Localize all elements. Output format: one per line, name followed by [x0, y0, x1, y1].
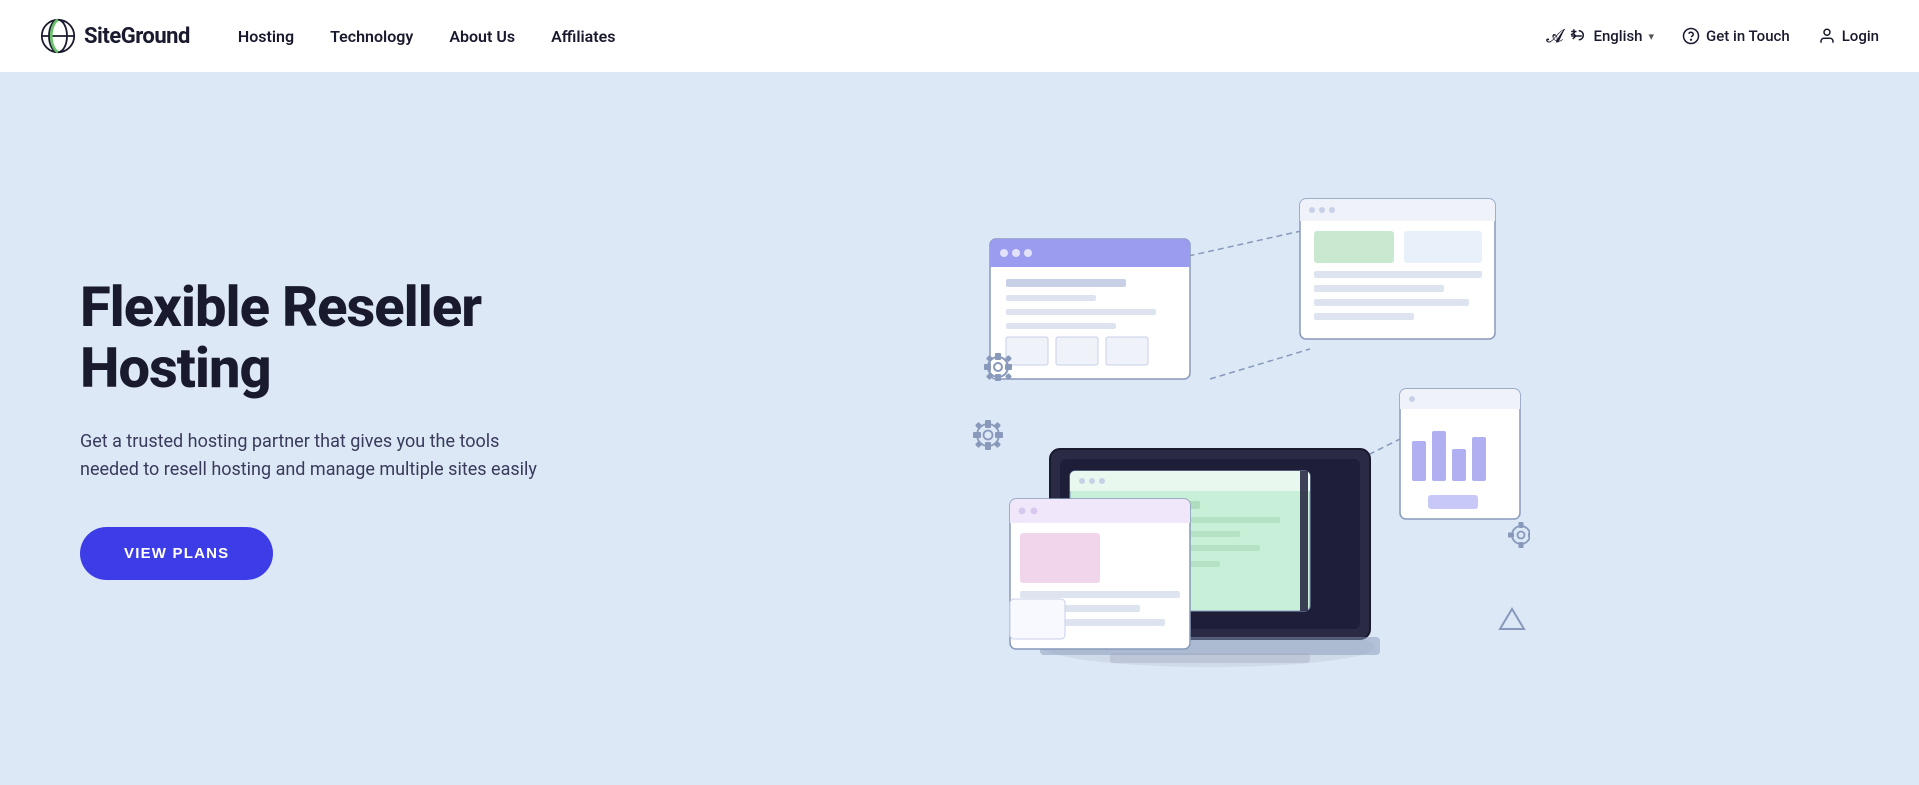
- translate-icon: 𝓐: [1546, 26, 1563, 47]
- nav-about-us[interactable]: About Us: [449, 27, 515, 46]
- translate-icon-svg: [1569, 27, 1587, 45]
- hero-subtitle: Get a trusted hosting partner that gives…: [80, 428, 540, 484]
- user-icon: [1818, 27, 1836, 45]
- hero-title: Flexible Reseller Hosting: [80, 277, 600, 400]
- illustration-svg: [910, 179, 1530, 679]
- logo-link[interactable]: SiteGround: [40, 18, 190, 54]
- language-label: English: [1593, 27, 1642, 45]
- language-selector[interactable]: 𝓐 English ▾: [1546, 26, 1654, 47]
- nav-links: Hosting Technology About Us Affiliates: [238, 27, 1546, 46]
- view-plans-button[interactable]: VIEW PLANS: [80, 527, 273, 580]
- nav-technology[interactable]: Technology: [330, 27, 413, 46]
- hero-content: Flexible Reseller Hosting Get a trusted …: [80, 277, 600, 581]
- logo-icon: [40, 18, 76, 54]
- nav-hosting[interactable]: Hosting: [238, 27, 294, 46]
- get-in-touch-label: Get in Touch: [1706, 27, 1790, 45]
- hero-section: Flexible Reseller Hosting Get a trusted …: [0, 72, 1919, 785]
- chevron-down-icon: ▾: [1649, 30, 1655, 43]
- question-circle-icon: [1682, 27, 1700, 45]
- navbar: SiteGround Hosting Technology About Us A…: [0, 0, 1919, 72]
- login-label: Login: [1842, 27, 1879, 45]
- nav-affiliates[interactable]: Affiliates: [551, 27, 615, 46]
- get-in-touch-link[interactable]: Get in Touch: [1682, 27, 1790, 45]
- logo-text: SiteGround: [84, 24, 190, 49]
- hero-illustration: [600, 179, 1839, 679]
- nav-right: 𝓐 English ▾ Get in Touch Login: [1546, 26, 1879, 47]
- login-link[interactable]: Login: [1818, 27, 1879, 45]
